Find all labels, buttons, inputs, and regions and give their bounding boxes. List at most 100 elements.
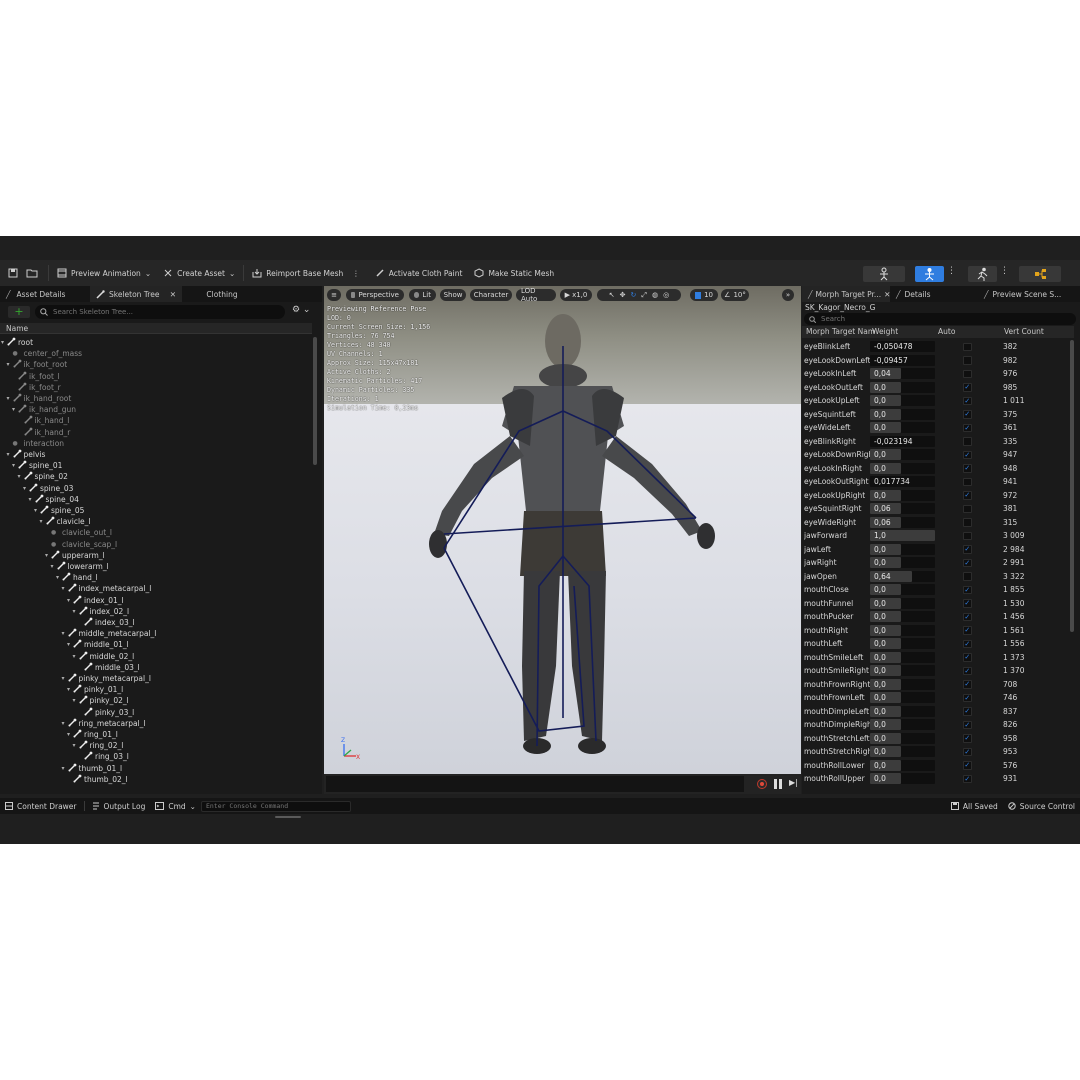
source-control-button[interactable]: Source Control (1003, 802, 1080, 811)
auto-checkbox[interactable]: ✓ (963, 693, 972, 702)
auto-checkbox[interactable]: ✓ (963, 383, 972, 392)
auto-checkbox[interactable]: ✓ (963, 450, 972, 459)
skeleton-search-box[interactable] (35, 305, 285, 319)
tree-scrollbar[interactable] (313, 337, 317, 465)
expand-arrow-icon[interactable]: ▾ (7, 449, 10, 460)
tree-row[interactable]: ▾ spine_05 (0, 505, 312, 516)
pause-icon[interactable] (774, 779, 782, 789)
auto-checkbox[interactable]: ✓ (963, 653, 972, 662)
expand-arrow-icon[interactable]: ▾ (18, 471, 21, 482)
weight-slider[interactable]: 0,0 (870, 692, 935, 703)
auto-checkbox[interactable] (963, 572, 972, 581)
col-header-vert-count[interactable]: Vert Count (1004, 326, 1044, 338)
expand-arrow-icon[interactable]: ▾ (62, 583, 65, 594)
tree-row[interactable]: ▾ ik_hand_gun (0, 404, 312, 415)
auto-checkbox[interactable]: ✓ (963, 491, 972, 500)
auto-checkbox[interactable]: ✓ (963, 707, 972, 716)
weight-slider[interactable]: 0,0 (870, 422, 935, 433)
auto-checkbox[interactable]: ✓ (963, 734, 972, 743)
animation-mode-button[interactable] (968, 266, 997, 282)
morph-scrollbar[interactable] (1070, 340, 1074, 632)
tree-row[interactable]: ▾ lowerarm_l (0, 561, 312, 572)
lod-button[interactable]: LOD Auto (516, 287, 556, 303)
tree-row[interactable]: ▾ root (0, 337, 312, 348)
weight-slider[interactable]: 0,0 (870, 651, 935, 663)
surface-snap-icon[interactable]: ◎ (663, 291, 669, 299)
animation-options-button[interactable]: ⋮ (1000, 266, 1009, 276)
weight-slider[interactable]: 0,0 (870, 638, 935, 649)
weight-slider[interactable]: 0,0 (870, 584, 935, 595)
expand-arrow-icon[interactable]: ▾ (62, 718, 65, 729)
record-icon[interactable] (757, 779, 767, 789)
weight-slider[interactable]: 0,0 (870, 746, 935, 757)
tab-asset-details[interactable]: ╱ Asset Details (0, 286, 90, 302)
expand-arrow-icon[interactable]: ▾ (7, 393, 10, 404)
select-icon[interactable]: ↖ (609, 291, 615, 299)
expand-arrow-icon[interactable]: ▾ (67, 684, 70, 695)
tree-row[interactable]: ▾ index_metacarpal_l (0, 583, 312, 594)
tree-row[interactable]: ▾ spine_04 (0, 494, 312, 505)
activate-cloth-paint-button[interactable]: Activate Cloth Paint (369, 264, 469, 282)
move-icon[interactable]: ✥ (620, 291, 626, 299)
character-button[interactable]: Character (470, 289, 512, 301)
expand-arrow-icon[interactable]: ▾ (51, 561, 54, 572)
world-icon[interactable]: ◍ (652, 291, 658, 299)
auto-checkbox[interactable]: ✓ (963, 774, 972, 783)
auto-checkbox[interactable] (963, 504, 972, 513)
auto-checkbox[interactable]: ✓ (963, 464, 972, 473)
add-bone-button[interactable]: + (8, 306, 30, 318)
more-options-button[interactable]: ⋮ (349, 264, 363, 282)
tree-row[interactable]: ▾ ik_hand_root (0, 393, 312, 404)
viewport-menu-button[interactable]: ≡ (327, 289, 341, 301)
weight-slider[interactable]: 0,06 (870, 516, 935, 528)
tab-details[interactable]: ╱ Details (890, 286, 978, 302)
tree-row[interactable]: ▾ upperarm_l (0, 550, 312, 561)
tree-row[interactable]: ▾ spine_02 (0, 471, 312, 482)
auto-checkbox[interactable] (963, 518, 972, 527)
expand-arrow-icon[interactable]: ▾ (29, 494, 32, 505)
cmd-button[interactable]: Cmd ⌄ (150, 802, 201, 811)
expand-arrow-icon[interactable]: ▾ (73, 740, 76, 751)
tree-row[interactable]: ik_foot_r (0, 382, 312, 393)
weight-slider[interactable]: 1,0 (870, 530, 935, 541)
weight-slider[interactable]: 0,0 (870, 705, 935, 717)
step-forward-icon[interactable]: ▶| (789, 778, 798, 787)
tree-row[interactable]: ik_hand_l (0, 415, 312, 426)
tree-row[interactable]: middle_03_l (0, 662, 312, 673)
tree-row[interactable]: ▾ middle_01_l (0, 639, 312, 650)
angle-snap-button[interactable]: ∠ 10° (721, 289, 749, 301)
tree-row[interactable]: ▾ ik_foot_root (0, 359, 312, 370)
tab-preview-scene-settings[interactable]: ╱ Preview Scene S... (978, 286, 1076, 302)
expand-arrow-icon[interactable]: ▾ (67, 729, 70, 740)
output-log-button[interactable]: Output Log (87, 802, 151, 811)
expand-arrow-icon[interactable]: ▾ (12, 460, 15, 471)
morph-search-input[interactable] (821, 315, 1061, 323)
expand-arrow-icon[interactable]: ▾ (73, 606, 76, 617)
make-static-mesh-button[interactable]: Make Static Mesh (468, 264, 560, 282)
auto-checkbox[interactable]: ✓ (963, 761, 972, 770)
tree-row[interactable]: ▾ hand_l (0, 572, 312, 583)
reimport-base-mesh-button[interactable]: Reimport Base Mesh (246, 264, 349, 282)
auto-checkbox[interactable]: ✓ (963, 545, 972, 554)
tree-row[interactable]: ● center_of_mass (0, 348, 312, 359)
content-drawer-button[interactable]: Content Drawer (0, 802, 82, 811)
weight-slider[interactable]: 0,0 (870, 395, 935, 406)
viewport[interactable]: Z X Previewing Reference Pose LOD: 0 Curre… (324, 286, 801, 774)
all-saved-indicator[interactable]: All Saved (946, 802, 1003, 811)
weight-slider[interactable]: -0,023194 (870, 435, 935, 447)
weight-slider[interactable]: -0,050478 (870, 341, 935, 352)
console-command-input[interactable] (200, 800, 351, 812)
tab-clothing[interactable]: Clothing (182, 286, 262, 302)
tree-row[interactable]: thumb_02_l (0, 774, 312, 785)
weight-slider[interactable]: 0,0 (870, 489, 935, 501)
auto-checkbox[interactable] (963, 477, 972, 486)
tab-morph-target-preview[interactable]: ╱ Morph Target Pr... ✕ (802, 286, 890, 302)
auto-checkbox[interactable]: ✓ (963, 639, 972, 648)
weight-slider[interactable]: 0,64 (870, 570, 935, 582)
expand-arrow-icon[interactable]: ▾ (67, 639, 70, 650)
tree-row[interactable]: ▾ middle_02_l (0, 651, 312, 662)
playback-speed-button[interactable]: ▶ x1,0 (560, 289, 592, 301)
viewport-expand-button[interactable]: » (782, 289, 794, 301)
tree-row[interactable]: ik_hand_r (0, 427, 312, 438)
weight-slider[interactable]: 0,0 (870, 678, 935, 690)
